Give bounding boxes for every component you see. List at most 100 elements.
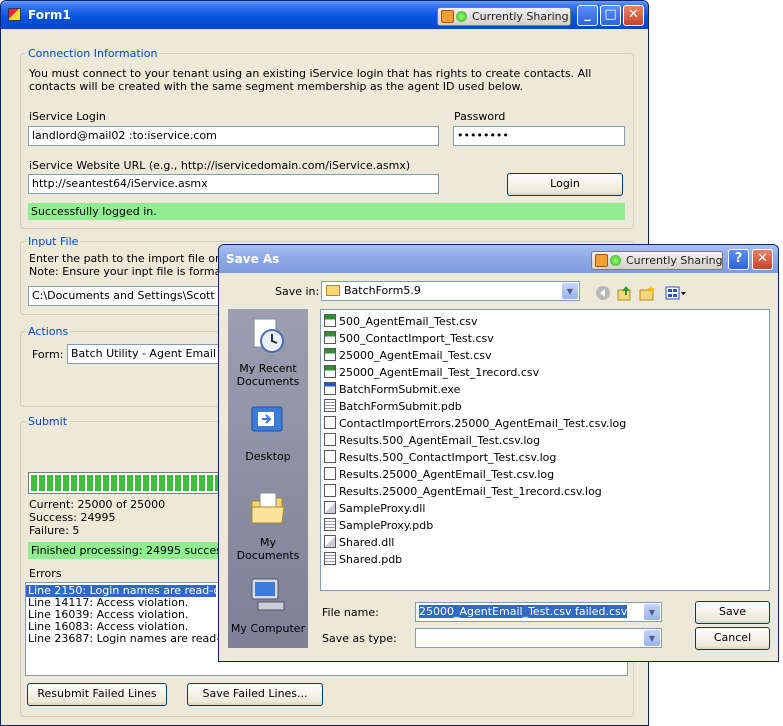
file-item[interactable]: Shared.pdb xyxy=(324,551,402,568)
exe-file-icon xyxy=(324,382,336,395)
save-as-titlebar[interactable]: Save As Currently Sharing ? ✕ xyxy=(219,245,778,273)
pdb-file-icon xyxy=(324,518,336,531)
actions-group-label: Actions xyxy=(26,325,71,338)
chevron-down-icon[interactable]: ▼ xyxy=(644,604,660,620)
back-icon[interactable] xyxy=(595,285,611,301)
views-menu-icon[interactable] xyxy=(665,285,687,301)
file-name: SampleProxy.dll xyxy=(339,502,426,515)
close-button[interactable]: ✕ xyxy=(623,5,644,26)
cancel-button[interactable]: Cancel xyxy=(695,627,770,650)
place-my-documents[interactable]: My Documents xyxy=(228,489,308,562)
file-item[interactable]: Results.25000_AgentEmail_Test_1record.cs… xyxy=(324,483,602,500)
file-item[interactable]: Shared.dll xyxy=(324,534,394,551)
log-file-icon xyxy=(324,467,336,480)
chevron-down-icon[interactable]: ▼ xyxy=(644,630,660,646)
form1-titlebar[interactable]: Form1 Currently Sharing _ □ ✕ xyxy=(1,1,648,29)
save-in-value: BatchForm5.9 xyxy=(344,284,421,297)
file-item[interactable]: 25000_AgentEmail_Test_1record.csv xyxy=(324,364,539,381)
sharing-label: Currently Sharing xyxy=(472,10,569,23)
save-as-sharing-indicator[interactable]: Currently Sharing xyxy=(591,251,723,270)
form-label: Form: xyxy=(32,348,64,361)
file-name: 25000_AgentEmail_Test_1record.csv xyxy=(339,366,540,379)
password-input[interactable]: •••••••• xyxy=(453,126,625,146)
input-file-path[interactable]: C:\Documents and Settings\Scott Whita xyxy=(28,286,228,306)
sharing-app-icon xyxy=(441,10,454,23)
file-item[interactable]: 25000_AgentEmail_Test.csv xyxy=(324,347,492,364)
save-failed-button[interactable]: Save Failed Lines... xyxy=(187,683,323,706)
place-label: My Documents xyxy=(236,536,300,562)
file-name: ContactImportErrors.25000_AgentEmail_Tes… xyxy=(339,417,627,430)
dll-file-icon xyxy=(324,501,336,514)
file-name-value: 25000_AgentEmail_Test.csv failed.csv xyxy=(419,605,628,618)
sharing-app-icon xyxy=(595,254,608,267)
file-name: Results.25000_AgentEmail_Test_1record.cs… xyxy=(339,485,602,498)
file-item[interactable]: Results.500_AgentEmail_Test.csv.log xyxy=(324,432,540,449)
file-item[interactable]: SampleProxy.dll xyxy=(324,500,425,517)
file-item[interactable]: 500_ContactImport_Test.csv xyxy=(324,330,494,347)
file-name: Shared.pdb xyxy=(339,553,403,566)
sharing-status-icon xyxy=(456,11,467,22)
connection-group-label: Connection Information xyxy=(26,47,160,60)
csv-file-icon xyxy=(324,314,336,327)
place-desktop[interactable]: Desktop xyxy=(228,403,308,463)
help-button[interactable]: ? xyxy=(728,249,749,270)
sharing-status-icon xyxy=(610,255,621,266)
save-as-type-select[interactable]: ▼ xyxy=(415,628,662,648)
file-item[interactable]: 500_AgentEmail_Test.csv xyxy=(324,313,478,330)
submit-group-label: Submit xyxy=(26,415,70,428)
new-folder-icon[interactable] xyxy=(639,285,655,301)
file-item[interactable]: Results.25000_AgentEmail_Test.csv.log xyxy=(324,466,554,483)
save-in-label: Save in: xyxy=(275,285,320,298)
login-button[interactable]: Login xyxy=(507,173,623,196)
chevron-down-icon[interactable]: ▼ xyxy=(562,283,578,299)
save-in-select[interactable]: BatchForm5.9 ▼ xyxy=(321,281,580,301)
log-file-icon xyxy=(324,416,336,429)
file-list[interactable]: 500_AgentEmail_Test.csv 500_ContactImport… xyxy=(320,309,770,591)
submit-progress-bar xyxy=(28,472,228,494)
resubmit-failed-button[interactable]: Resubmit Failed Lines xyxy=(27,683,167,706)
log-file-icon xyxy=(324,450,336,463)
my-documents-icon xyxy=(251,492,285,524)
form1-title: Form1 xyxy=(28,8,71,22)
finished-status: Finished processing: 24995 success, 5 f xyxy=(28,542,228,559)
current-count: Current: 25000 of 25000 xyxy=(29,498,166,511)
file-item[interactable]: BatchFormSubmit.pdb xyxy=(324,398,462,415)
file-item[interactable]: Results.500_ContactImport_Test.csv.log xyxy=(324,449,556,466)
file-name: 500_ContactImport_Test.csv xyxy=(339,332,494,345)
place-label: My Computer xyxy=(230,622,306,635)
url-label: iService Website URL (e.g., http://iserv… xyxy=(29,159,411,172)
file-item[interactable]: SampleProxy.pdb xyxy=(324,517,433,534)
my-computer-icon xyxy=(251,578,285,611)
success-count: Success: 24995 xyxy=(29,511,116,524)
dialog-close-button[interactable]: ✕ xyxy=(752,249,773,270)
login-input[interactable]: landlord@mail02 :to:iservice.com xyxy=(28,126,439,146)
file-name: BatchFormSubmit.pdb xyxy=(339,400,462,413)
save-button[interactable]: Save xyxy=(695,601,770,624)
up-folder-icon[interactable] xyxy=(617,285,633,301)
place-label: Documents xyxy=(236,375,300,388)
place-my-computer[interactable]: My Computer xyxy=(228,575,308,635)
file-item[interactable]: ContactImportErrors.25000_AgentEmail_Tes… xyxy=(324,415,626,432)
pdb-file-icon xyxy=(324,399,336,412)
url-input[interactable]: http://seantest64/iService.asmx xyxy=(28,174,439,194)
input-file-group-label: Input File xyxy=(26,235,81,248)
pdb-file-icon xyxy=(324,552,336,565)
minimize-button[interactable]: _ xyxy=(577,5,598,26)
file-item[interactable]: BatchFormSubmit.exe xyxy=(324,381,460,398)
sharing-indicator[interactable]: Currently Sharing xyxy=(437,7,571,26)
app-icon xyxy=(8,8,21,21)
connection-description: You must connect to your tenant using an… xyxy=(29,67,592,93)
form-select[interactable]: Batch Utility - Agent Email xyxy=(67,344,227,364)
log-file-icon xyxy=(324,484,336,497)
file-name: BatchFormSubmit.exe xyxy=(339,383,461,396)
place-label: My Recent xyxy=(239,362,297,375)
place-recent-documents[interactable]: My Recent Documents xyxy=(228,315,308,388)
sharing-label: Currently Sharing xyxy=(626,254,723,267)
maximize-button[interactable]: □ xyxy=(600,5,621,26)
csv-file-icon xyxy=(324,331,336,344)
places-bar: My Recent Documents Desktop My Documents… xyxy=(228,309,308,648)
file-name-input[interactable]: 25000_AgentEmail_Test.csv failed.csv ▼ xyxy=(415,602,662,622)
file-name: Results.25000_AgentEmail_Test.csv.log xyxy=(339,468,555,481)
submit-progress-fill xyxy=(31,475,225,491)
failure-count: Failure: 5 xyxy=(29,524,80,537)
